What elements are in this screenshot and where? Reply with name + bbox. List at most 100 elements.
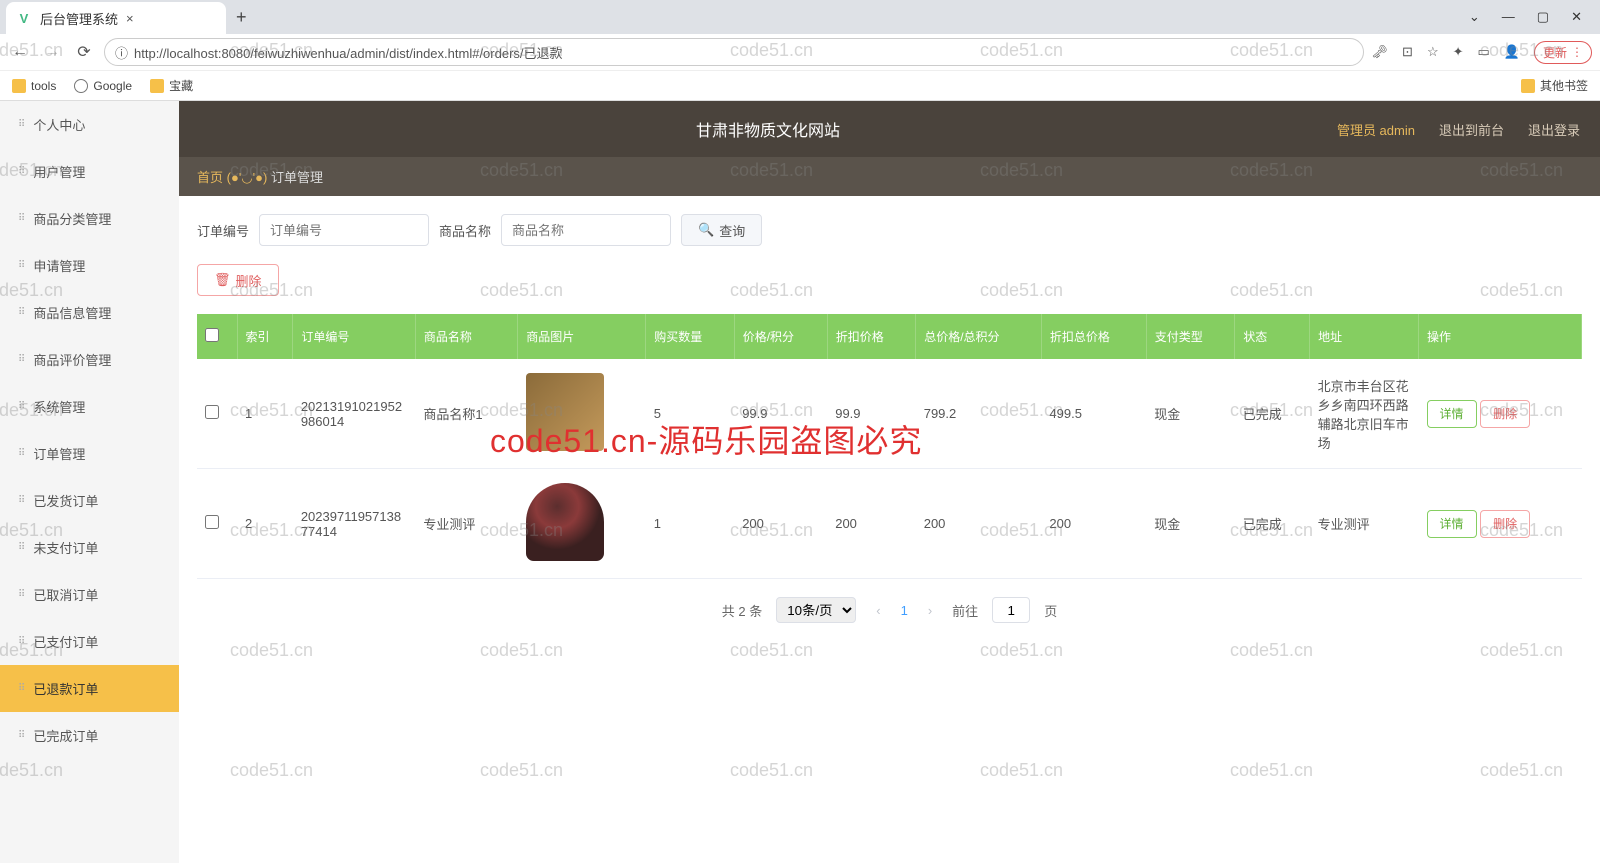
main-area: 甘肃非物质文化网站 管理员 admin 退出到前台 退出登录 首页 (●'◡'●… [179, 101, 1600, 863]
tab-title: 后台管理系统 [40, 9, 118, 28]
sidebar-item-label: 订单管理 [33, 444, 85, 463]
row-checkbox[interactable] [205, 515, 219, 529]
browser-chrome: V 后台管理系统 × + ⌄ — ▢ ✕ ← → ⟳ ⓘ http://loca… [0, 0, 1600, 101]
order-input[interactable] [259, 214, 429, 246]
goto-page-input[interactable] [992, 597, 1030, 623]
query-button[interactable]: 🔍查询 [681, 214, 762, 246]
bookmark-tools[interactable]: tools [12, 79, 56, 93]
logout-link[interactable]: 退出登录 [1528, 120, 1580, 139]
close-icon[interactable]: × [126, 11, 134, 26]
detail-button[interactable]: 详情 [1427, 510, 1477, 538]
update-button[interactable]: 更新⋮ [1534, 41, 1592, 64]
menu-icon: ⠿ [18, 119, 25, 130]
cell-status: 已完成 [1235, 469, 1310, 579]
sidebar-item-7[interactable]: ⠿订单管理 [0, 430, 179, 477]
batch-delete-button[interactable]: 🗑删除 [197, 264, 279, 296]
sidebar-item-label: 用户管理 [33, 162, 85, 181]
cell-price: 200 [734, 469, 827, 579]
bookmark-google[interactable]: Google [74, 79, 132, 93]
cell-qty: 5 [646, 359, 735, 469]
select-all-checkbox[interactable] [205, 328, 219, 342]
breadcrumb-home[interactable]: 首页 [197, 170, 223, 185]
back-button[interactable]: ← [8, 43, 32, 61]
extensions-icon[interactable]: ✦ [1453, 44, 1464, 60]
reading-list-icon[interactable]: ▭ [1478, 44, 1490, 60]
header-links: 管理员 admin 退出到前台 退出登录 [1337, 120, 1580, 139]
url-text: http://localhost:8080/feiwuzhiwenhua/adm… [134, 43, 1353, 62]
menu-icon: ⠿ [18, 401, 25, 412]
sidebar-item-5[interactable]: ⠿商品评价管理 [0, 336, 179, 383]
password-icon[interactable]: 🗝 [1372, 44, 1389, 60]
sidebar-item-0[interactable]: ⠿ 个人中心 [0, 101, 179, 148]
detail-button[interactable]: 详情 [1427, 400, 1477, 428]
admin-label[interactable]: 管理员 admin [1337, 120, 1415, 139]
sidebar-item-9[interactable]: ⠿ 未支付订单 [0, 524, 179, 571]
sidebar-item-label: 已退款订单 [33, 679, 98, 698]
content: 订单编号 商品名称 🔍查询 🗑删除 索引订单编号商品名称商品图片购买数量价格/积… [179, 196, 1600, 863]
chevron-down-icon[interactable]: ⌄ [1469, 9, 1480, 25]
maximize-icon[interactable]: ▢ [1537, 9, 1549, 25]
row-delete-button[interactable]: 删除 [1480, 510, 1530, 538]
sidebar-item-label: 商品分类管理 [33, 209, 111, 228]
browser-tab[interactable]: V 后台管理系统 × [6, 2, 226, 34]
minimize-icon[interactable]: — [1502, 9, 1515, 25]
sidebar-item-10[interactable]: ⠿已取消订单 [0, 571, 179, 618]
prev-page-button[interactable]: ‹ [870, 603, 886, 618]
cell-dprice: 200 [827, 469, 916, 579]
row-delete-button[interactable]: 删除 [1480, 400, 1530, 428]
cell-dtotal: 200 [1041, 469, 1146, 579]
sidebar-item-6[interactable]: ⠿系统管理 [0, 383, 179, 430]
menu-icon: ⠿ [18, 683, 25, 694]
to-front-link[interactable]: 退出到前台 [1439, 120, 1504, 139]
window-close-icon[interactable]: ✕ [1571, 9, 1582, 25]
sidebar-item-label: 商品评价管理 [33, 350, 111, 369]
sidebar-item-1[interactable]: ⠿用户管理 [0, 148, 179, 195]
address-bar[interactable]: ⓘ http://localhost:8080/feiwuzhiwenhua/a… [104, 38, 1364, 66]
next-page-button[interactable]: › [922, 603, 938, 618]
new-tab-button[interactable]: + [236, 7, 247, 28]
star-icon[interactable]: ☆ [1427, 44, 1439, 60]
sidebar-item-label: 商品信息管理 [33, 303, 111, 322]
sidebar: ⠿个人中心⠿用户管理⠿商品分类管理⠿申请管理⠿商品信息管理⠿商品评价管理⠿系统管… [0, 101, 179, 863]
row-checkbox[interactable] [205, 405, 219, 419]
sidebar-item-4[interactable]: ⠿商品信息管理 [0, 289, 179, 336]
tab-bar: V 后台管理系统 × + ⌄ — ▢ ✕ [0, 0, 1600, 34]
table-row: 1202131910219529860​14商品名称1599.999.9799.… [197, 359, 1582, 469]
name-input[interactable] [501, 214, 671, 246]
menu-icon: ⠿ [18, 542, 25, 553]
menu-icon: ⠿ [18, 213, 25, 224]
pager-total: 共 2 条 [722, 601, 762, 620]
page-size-select[interactable]: 10条/页 [776, 597, 856, 623]
cell-order: 202131910219529860​14 [293, 359, 416, 469]
folder-icon [1521, 79, 1535, 93]
cell-total: 799.2 [916, 359, 1042, 469]
product-image [526, 483, 604, 561]
sidebar-item-13[interactable]: ⠿已完成订单 [0, 712, 179, 759]
sidebar-item-12[interactable]: ⠿ 已退款订单 [0, 665, 179, 712]
other-bookmarks[interactable]: 其他书签 [1521, 77, 1588, 94]
orders-table: 索引订单编号商品名称商品图片购买数量价格/积分折扣价格总价格/总积分折扣总价格支… [197, 314, 1582, 579]
col-header: 价格/积分 [734, 314, 827, 359]
face-icon: (●'◡'●) [227, 170, 268, 185]
profile-icon[interactable]: 👤 [1504, 44, 1520, 60]
sidebar-item-2[interactable]: ⠿ 商品分类管理 [0, 195, 179, 242]
menu-icon: ⠿ [18, 589, 25, 600]
col-header: 操作 [1419, 314, 1582, 359]
forward-button[interactable]: → [40, 43, 64, 61]
sidebar-item-label: 未支付订单 [33, 538, 98, 557]
cell-image [518, 359, 646, 469]
site-info-icon[interactable]: ⓘ [115, 43, 128, 62]
col-header: 购买数量 [646, 314, 735, 359]
reload-button[interactable]: ⟳ [72, 42, 96, 62]
col-header: 索引 [237, 314, 293, 359]
sidebar-item-8[interactable]: ⠿已发货订单 [0, 477, 179, 524]
bookmark-treasure[interactable]: 宝藏 [150, 77, 193, 94]
sidebar-item-11[interactable]: ⠿已支付订单 [0, 618, 179, 665]
table-row: 2202397119571387741​4专业测评1200200200200现金… [197, 469, 1582, 579]
favicon-vue-icon: V [16, 10, 32, 26]
sidebar-item-label: 个人中心 [33, 115, 85, 134]
sidebar-item-3[interactable]: ⠿申请管理 [0, 242, 179, 289]
cell-actions: 详情 删除 [1419, 469, 1582, 579]
current-page: 1 [901, 603, 908, 618]
translate-icon[interactable]: ⊡ [1402, 44, 1413, 60]
